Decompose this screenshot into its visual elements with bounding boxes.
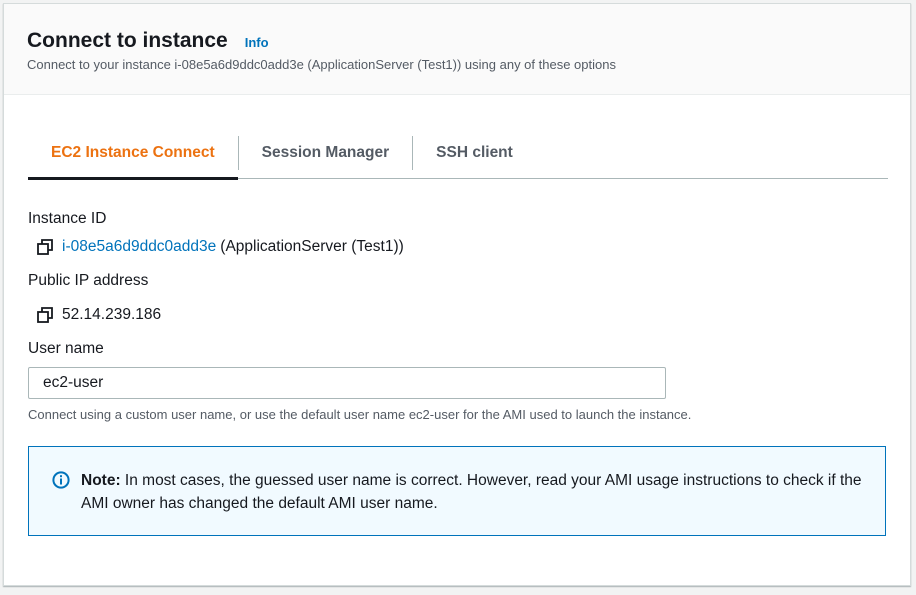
user-name-hint: Connect using a custom user name, or use… [28, 407, 692, 422]
instance-id-label: Instance ID [28, 210, 107, 227]
instance-name: (ApplicationServer (Test1)) [220, 238, 404, 255]
page-title: Connect to instance [27, 29, 228, 52]
tab-ssh-client[interactable]: SSH client [413, 127, 536, 178]
tab-bar: EC2 Instance Connect Session Manager SSH… [28, 127, 888, 180]
copy-icon[interactable] [37, 307, 53, 323]
alert-message: Note: In most cases, the guessed user na… [81, 469, 871, 515]
alert-strong: Note: [81, 472, 121, 489]
info-link[interactable]: Info [245, 35, 269, 50]
panel-header: Connect to instance Info Connect to your… [4, 4, 910, 95]
public-ip-row: 52.14.239.186 [37, 306, 161, 324]
tab-session-manager[interactable]: Session Manager [239, 127, 413, 178]
copy-icon[interactable] [37, 239, 53, 255]
public-ip-label: Public IP address [28, 272, 149, 289]
user-name-input[interactable] [28, 367, 666, 399]
info-alert: Note: In most cases, the guessed user na… [28, 446, 886, 536]
tab-ec2-instance-connect[interactable]: EC2 Instance Connect [28, 127, 238, 180]
page-subtitle: Connect to your instance i-08e5a6d9ddc0a… [27, 57, 616, 72]
title-row: Connect to instance Info [27, 29, 269, 53]
connect-panel: Connect to instance Info Connect to your… [3, 3, 911, 586]
info-icon [52, 471, 70, 489]
alert-body: In most cases, the guessed user name is … [81, 472, 862, 512]
instance-id-row: i-08e5a6d9ddc0add3e (ApplicationServer (… [37, 238, 404, 256]
instance-id-link[interactable]: i-08e5a6d9ddc0add3e [62, 238, 216, 256]
user-name-label: User name [28, 340, 104, 357]
public-ip-value: 52.14.239.186 [62, 306, 162, 323]
